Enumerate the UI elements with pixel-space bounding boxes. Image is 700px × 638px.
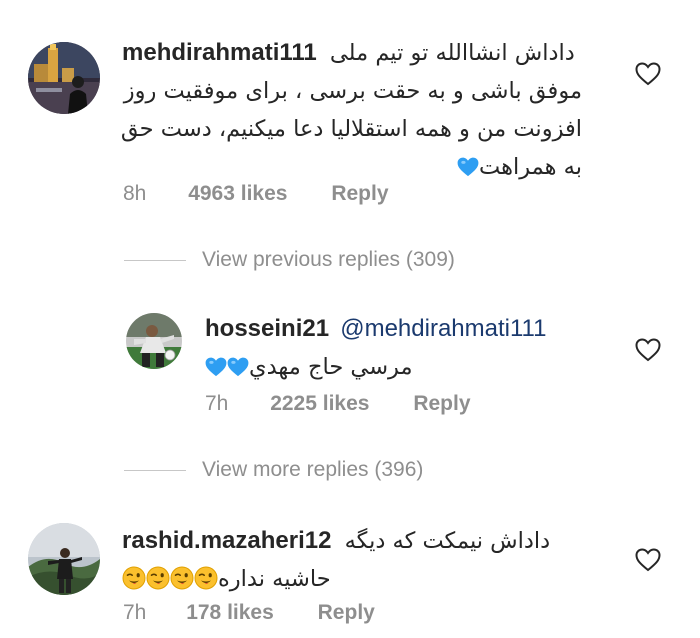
reply-button[interactable]: Reply [331, 182, 388, 205]
likes-count[interactable]: 178 likes [186, 601, 274, 624]
username[interactable]: hosseini21 [205, 315, 329, 342]
comment-text-line: داداش نیمکت که دیگه [344, 528, 551, 554]
divider [124, 469, 186, 471]
view-previous-replies-label: View previous replies (309) [202, 248, 455, 271]
comment-text: mehdirahmati111 داداش انشاالله تو تیم مل… [120, 34, 582, 186]
timestamp: 7h [205, 392, 229, 415]
timestamp: 7h [123, 601, 147, 624]
comment-text: hosseini21 @mehdirahmati111 مرسي حاج مهد… [205, 310, 605, 386]
divider [124, 259, 186, 261]
comment-meta: 7h 2225 likes Reply [205, 392, 471, 416]
winking-face-emoji [170, 566, 194, 590]
comment-meta: 8h 4963 likes Reply [123, 182, 389, 206]
avatar[interactable] [28, 523, 100, 595]
comment-text-line: افزونت من و همه استقلالیا دعا میکنیم، دس… [120, 116, 582, 142]
view-more-replies-label: View more replies (396) [202, 458, 424, 481]
heart-outline-icon[interactable] [635, 548, 661, 572]
comment-text-line: حاشیه نداره [218, 566, 331, 592]
likes-count[interactable]: 2225 likes [270, 392, 369, 415]
comment-text-line-last: حاشیه نداره [122, 560, 582, 598]
mention-link[interactable]: @mehdirahmati111 [340, 315, 546, 342]
winking-face-emoji [146, 566, 170, 590]
avatar[interactable] [28, 42, 100, 114]
timestamp: 8h [123, 182, 147, 205]
comment-text-line: موفق باشی و به حقت برسی ، برای موفقیت رو… [123, 78, 582, 104]
username[interactable]: rashid.mazaheri12 [122, 527, 331, 554]
reply-button[interactable]: Reply [413, 392, 470, 415]
likes-count[interactable]: 4963 likes [188, 182, 287, 205]
comment-meta: 7h 178 likes Reply [123, 601, 375, 625]
comment-text-line: مرسي حاج مهدي [249, 354, 413, 380]
heart-outline-icon[interactable] [635, 338, 661, 362]
blue-heart-emoji [457, 157, 479, 177]
view-previous-replies-button[interactable]: View previous replies (309) [124, 248, 455, 272]
blue-heart-emoji [205, 357, 227, 377]
comment-text-line: داداش انشاالله تو تیم ملی [329, 40, 575, 66]
comment-text-line-last: به همراهت [122, 148, 582, 186]
blue-heart-emoji [227, 357, 249, 377]
username[interactable]: mehdirahmati111 [122, 39, 317, 66]
comment-text-line: به همراهت [479, 154, 582, 180]
winking-face-emoji [122, 566, 146, 590]
reply-button[interactable]: Reply [318, 601, 375, 624]
avatar[interactable] [126, 313, 182, 369]
winking-face-emoji [194, 566, 218, 590]
comment-text-line-last: مرسي حاج مهدي [205, 348, 605, 386]
view-more-replies-button[interactable]: View more replies (396) [124, 458, 423, 482]
heart-outline-icon[interactable] [635, 62, 661, 86]
comment-text: rashid.mazaheri12 داداش نیمکت که دیگه حا… [122, 522, 582, 598]
